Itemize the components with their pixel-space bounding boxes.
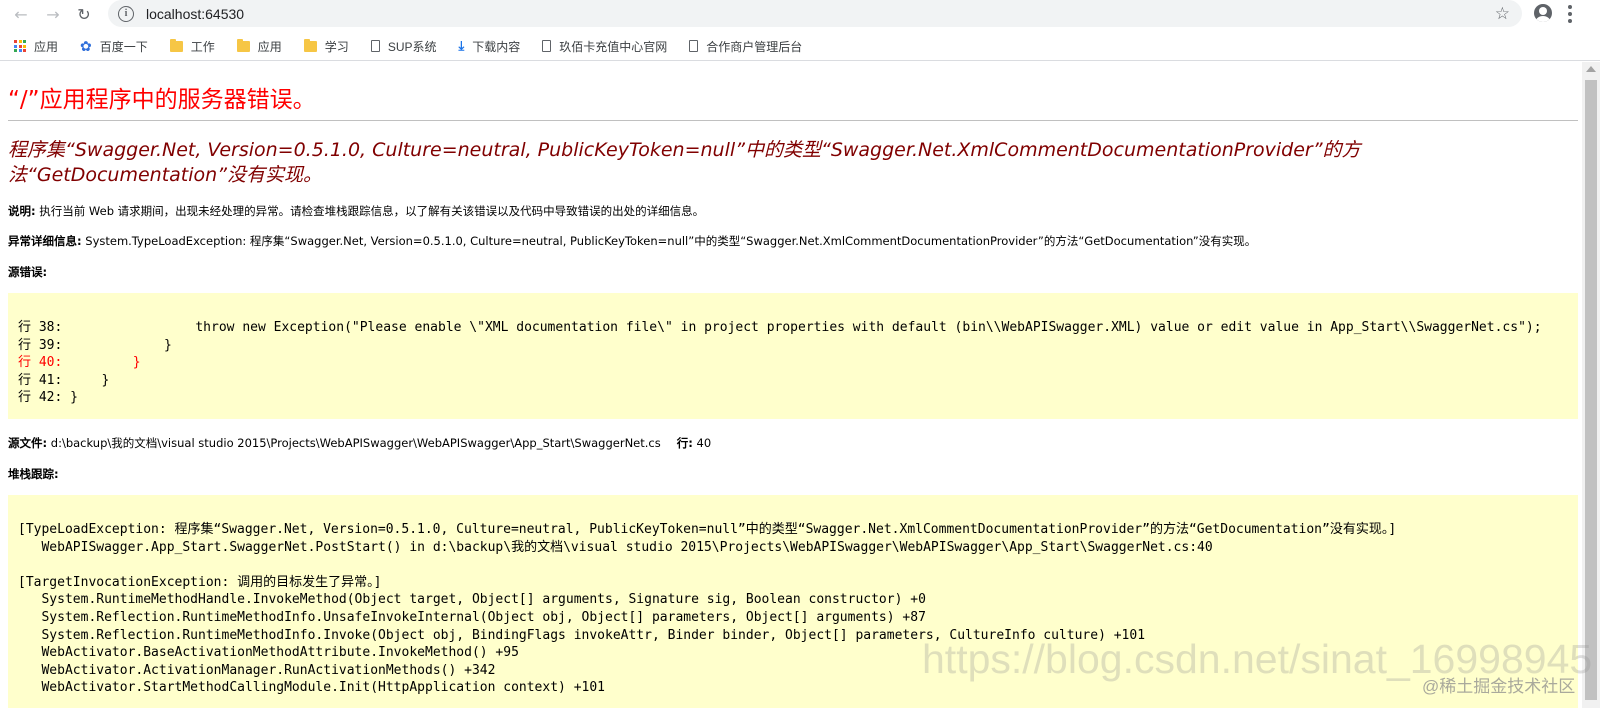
stack-line: System.Reflection.RuntimeMethodInfo.Unsa… [18, 609, 926, 625]
page-icon [689, 40, 699, 52]
exception-text: System.TypeLoadException: 程序集“Swagger.Ne… [81, 234, 1257, 248]
back-arrow-icon[interactable]: ← [7, 0, 35, 28]
account-icon[interactable] [1534, 4, 1552, 22]
bookmarks-bar: 应用 ✿ 百度一下 工作 应用 学习 SUP系统 ⤓ 下载内容 玖佰卡充值中心官… [0, 32, 1600, 61]
page-icon [542, 40, 552, 52]
bookmark-merchant-admin[interactable]: 合作商户管理后台 [675, 34, 810, 58]
bookmark-label: 合作商户管理后台 [706, 39, 803, 54]
page-content: “/”应用程序中的服务器错误。 程序集“Swagger.Net, Version… [8, 62, 1580, 708]
divider [8, 120, 1578, 121]
browser-menu-icon[interactable] [1568, 5, 1572, 23]
bookmark-folder-study[interactable]: 学习 [290, 34, 357, 58]
source-line: 行 42: } [18, 390, 78, 406]
stack-trace-label: 堆栈跟踪: [8, 467, 59, 481]
exception-label: 异常详细信息: [8, 234, 82, 248]
source-file-path: d:\backup\我的文档\visual studio 2015\Projec… [47, 436, 661, 450]
bookmark-apps[interactable]: 应用 [0, 34, 66, 58]
page-title: “/”应用程序中的服务器错误。 [8, 87, 316, 113]
source-line: 行 41: } [18, 372, 110, 388]
bookmark-downloads[interactable]: ⤓ 下载内容 [445, 34, 529, 58]
folder-icon [303, 38, 317, 52]
bookmark-label: 应用 [257, 39, 282, 54]
reload-icon[interactable]: ↻ [70, 0, 98, 28]
line-number: 40 [692, 436, 712, 450]
bookmark-star-icon[interactable]: ☆ [1495, 4, 1510, 24]
bookmark-label: SUP系统 [387, 39, 437, 54]
bookmark-label: 学习 [324, 39, 349, 54]
download-icon: ⤓ [458, 38, 465, 53]
description-row: 说明: 执行当前 Web 请求期间，出现未经处理的异常。请检查堆栈跟踪信息，以了… [8, 203, 704, 219]
info-icon[interactable]: i [118, 5, 134, 22]
error-heading: 程序集“Swagger.Net, Version=0.5.1.0, Cultur… [8, 139, 1361, 186]
bookmark-sup-system[interactable]: SUP系统 [357, 34, 445, 58]
source-code-box: 行 38: throw new Exception("Please enable… [8, 293, 1578, 419]
address-bar[interactable]: i localhost:64530 ☆ [108, 0, 1522, 27]
scroll-up-arrow-icon[interactable] [1586, 66, 1596, 72]
source-code: 行 38: throw new Exception("Please enable… [8, 293, 1578, 407]
source-line: 行 38: throw new Exception("Please enable… [18, 320, 1542, 335]
source-file-label: 源文件: [8, 436, 48, 450]
bookmark-label: 下载内容 [472, 39, 521, 54]
bookmark-folder-work[interactable]: 工作 [156, 34, 223, 58]
bookmark-baidu[interactable]: ✿ 百度一下 [66, 34, 156, 58]
source-line-highlighted: 行 40: } [18, 355, 141, 371]
bookmark-label: 工作 [190, 39, 215, 54]
folder-icon [236, 38, 250, 52]
description-text: 执行当前 Web 请求期间，出现未经处理的异常。请检查堆栈跟踪信息，以了解有关该… [35, 204, 705, 218]
line-label: 行: [676, 436, 693, 450]
description-label: 说明: [8, 204, 36, 218]
bookmark-label: 应用 [34, 39, 59, 54]
stack-trace-row: 堆栈跟踪: [8, 466, 59, 482]
stack-line: [TargetInvocationException: 调用的目标发生了异常。] [18, 574, 382, 590]
bookmark-folder-apps[interactable]: 应用 [223, 34, 290, 58]
vertical-scrollbar[interactable] [1582, 62, 1600, 708]
forward-arrow-icon[interactable]: → [39, 0, 67, 28]
page-icon [370, 40, 380, 52]
browser-toolbar: ← → ↻ i localhost:64530 ☆ [0, 0, 1600, 28]
source-file-row: 源文件: d:\backup\我的文档\visual studio 2015\P… [8, 435, 711, 451]
stack-line: WebAPISwagger.App_Start.SwaggerNet.PostS… [18, 539, 1213, 555]
source-error-row: 源错误: [8, 264, 47, 280]
apps-grid-icon [14, 40, 26, 52]
stack-line: ​ [18, 556, 1578, 574]
folder-icon [169, 38, 183, 52]
bookmark-recharge-site[interactable]: 玖佰卡充值中心官网 [528, 34, 675, 58]
stack-line: System.RuntimeMethodHandle.InvokeMethod(… [18, 592, 926, 608]
stack-line: [TypeLoadException: 程序集“Swagger.Net, Ver… [18, 522, 1397, 537]
scrollbar-thumb[interactable] [1585, 80, 1597, 700]
source-line: 行 39: } [18, 337, 172, 353]
source-error-label: 源错误: [8, 265, 48, 279]
watermark-community: @稀土掘金技术社区 [1422, 677, 1576, 696]
bookmark-label: 百度一下 [99, 39, 148, 54]
baidu-paw-icon: ✿ [80, 37, 92, 54]
address-url[interactable]: localhost:64530 [146, 6, 244, 22]
exception-row: 异常详细信息: System.TypeLoadException: 程序集“Sw… [8, 233, 1256, 249]
bookmark-label: 玖佰卡充值中心官网 [559, 39, 668, 54]
